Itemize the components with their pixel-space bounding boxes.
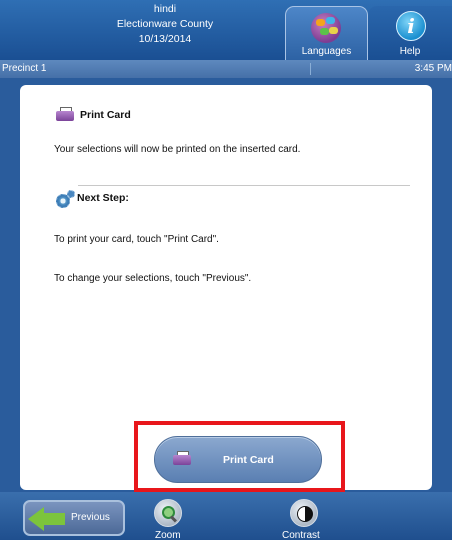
previous-button[interactable]: Previous bbox=[23, 500, 125, 536]
tab-languages[interactable]: Languages bbox=[285, 6, 368, 60]
magnifier-icon[interactable] bbox=[154, 499, 182, 527]
status-divider bbox=[310, 63, 311, 75]
previous-label: Previous bbox=[71, 512, 110, 523]
language-line: hindi bbox=[153, 3, 177, 15]
contrast-label: Contrast bbox=[282, 530, 320, 541]
county-name: Electionware County bbox=[116, 18, 214, 30]
info-icon: i bbox=[396, 11, 426, 41]
tab-help[interactable]: i Help bbox=[368, 6, 452, 60]
tab-help-label: Help bbox=[399, 46, 421, 57]
status-bar: Precinct 1 3:45 PM bbox=[0, 60, 452, 78]
next-step-title: Next Step: bbox=[77, 192, 129, 204]
highlight-box bbox=[134, 421, 345, 492]
ballot-info: hindi Electionware County 10/13/2014 bbox=[60, 2, 270, 47]
footer-bar: Previous Zoom Contrast bbox=[0, 492, 452, 541]
arrow-left-icon bbox=[28, 507, 66, 531]
tab-languages-label: Languages bbox=[301, 46, 352, 57]
printer-icon bbox=[56, 107, 74, 121]
instruction-change: To change your selections, touch "Previo… bbox=[54, 273, 252, 284]
section-text: Your selections will now be printed on t… bbox=[54, 144, 301, 155]
instruction-print: To print your card, touch "Print Card". bbox=[54, 234, 219, 245]
globe-icon bbox=[311, 13, 341, 43]
divider bbox=[78, 185, 410, 186]
section-title: Print Card bbox=[80, 109, 131, 121]
app-header: hindi Electionware County 10/13/2014 Lan… bbox=[0, 0, 452, 60]
gears-icon bbox=[56, 190, 76, 208]
election-date: 10/13/2014 bbox=[138, 33, 192, 45]
zoom-label: Zoom bbox=[155, 530, 181, 541]
contrast-icon[interactable] bbox=[290, 499, 318, 527]
clock: 3:45 PM bbox=[414, 63, 452, 74]
precinct-label: Precinct 1 bbox=[2, 63, 47, 74]
